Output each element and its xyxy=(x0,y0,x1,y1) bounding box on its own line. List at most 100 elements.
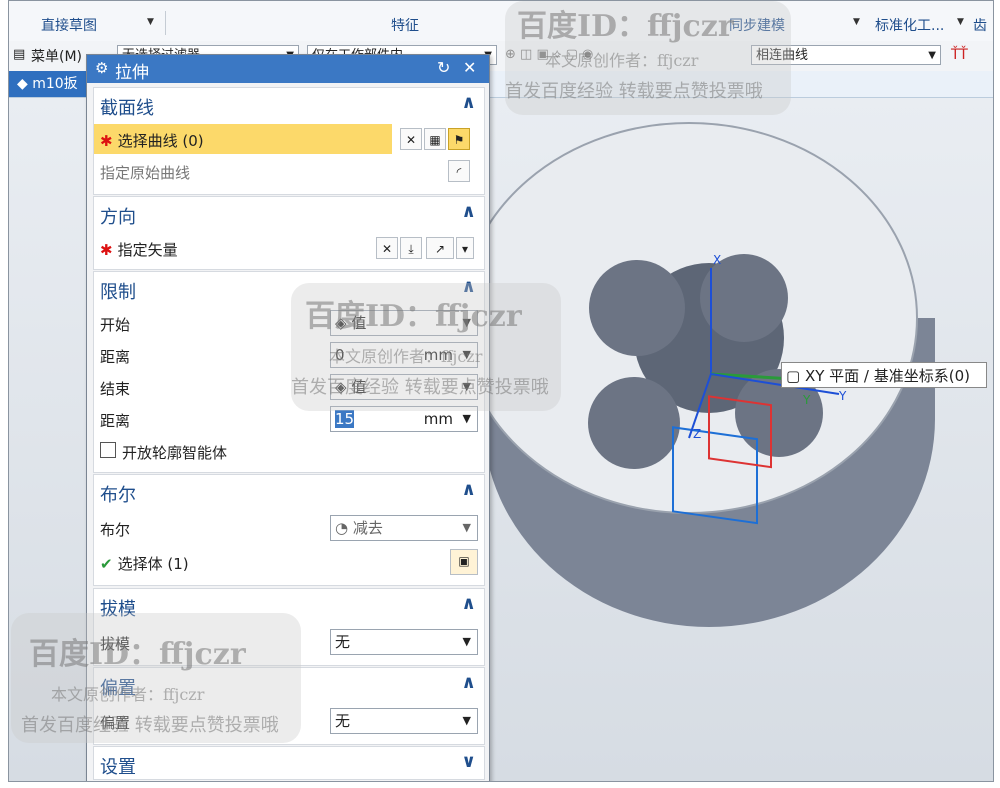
chevron-down-icon: ▼ xyxy=(462,348,471,361)
ribbon-group-feature[interactable]: 特征 xyxy=(391,15,419,35)
chevron-up-icon[interactable]: ∧ xyxy=(461,672,476,693)
end-label: 结束 xyxy=(100,380,131,398)
curve-select-icon[interactable]: ⚑ xyxy=(448,128,470,150)
section-draft: 拔模 ∧ 拔模 无 ▼ xyxy=(93,588,485,666)
section-direction: 方向 ∧ ✱ 指定矢量 ✕ ⤓ ↗ ▾ xyxy=(93,196,485,270)
offset-label: 偏置 xyxy=(100,714,131,732)
open-profile-row[interactable]: 开放轮廓智能体 xyxy=(94,436,484,466)
select-body-row[interactable]: ✔ 选择体 (1) xyxy=(94,547,484,577)
section-header[interactable]: 偏置 ∧ xyxy=(94,668,484,700)
draft-row: 拔模 无 ▼ xyxy=(94,627,484,657)
ribbon-group-sync-model[interactable]: 同步建模 xyxy=(729,15,785,35)
section-title: 设置 xyxy=(100,757,136,778)
section-header[interactable]: 布尔 ∧ xyxy=(94,475,484,507)
select-body-label: ✔ 选择体 (1) xyxy=(100,555,189,573)
required-icon: ✱ xyxy=(100,132,113,150)
distance1-value: 0 xyxy=(335,346,345,364)
section-title: 偏置 xyxy=(100,678,136,699)
axis-y-label: Y xyxy=(802,393,811,407)
draft-select[interactable]: 无 ▼ xyxy=(330,629,478,655)
limit-distance2-row: 距离 15 mm ▼ xyxy=(94,404,484,434)
tab-part[interactable]: ◆ m10扳 xyxy=(9,71,86,97)
section-header[interactable]: 设置 ∨ xyxy=(94,747,484,779)
solid-body-icon[interactable]: ▣ xyxy=(450,549,478,575)
distance1-label: 距离 xyxy=(100,348,131,366)
menu-icon[interactable]: ▤ xyxy=(13,47,25,62)
required-icon: ✱ xyxy=(100,241,113,259)
menu-button[interactable]: 菜单(M) xyxy=(31,46,82,66)
chevron-up-icon[interactable]: ∧ xyxy=(461,479,476,500)
axis-z-label: Z xyxy=(693,427,701,441)
distance1-input[interactable]: 0 mm ▼ xyxy=(330,342,478,368)
ribbon: 直接草图 ▼ 特征 同步建模 ▼ 标准化工... ▼ 齿 xyxy=(9,1,993,42)
ribbon-group-direct-sketch[interactable]: 直接草图 xyxy=(41,15,97,35)
offset-value: 无 xyxy=(335,712,351,730)
ribbon-group-gear[interactable]: 齿 xyxy=(973,15,987,35)
cube-icon: ◈ xyxy=(335,378,352,396)
section-title: 拔模 xyxy=(100,599,136,620)
section-header[interactable]: 方向 ∧ xyxy=(94,197,484,229)
chevron-down-icon: ▼ xyxy=(462,412,471,425)
reverse-direction-icon[interactable]: ⤓ xyxy=(400,237,422,259)
curve-rule-select[interactable]: 相连曲线 ▼ xyxy=(751,45,941,65)
distance2-label: 距离 xyxy=(100,412,131,430)
vector-dialog-icon[interactable]: ↗ xyxy=(426,237,454,259)
chevron-up-icon[interactable]: ∧ xyxy=(461,201,476,222)
select-curve-row[interactable]: ✱ 选择曲线 (0) xyxy=(94,124,392,154)
axis-x-label: X xyxy=(713,253,721,267)
ribbon-group-standardize[interactable]: 标准化工... xyxy=(875,15,944,35)
reset-icon[interactable]: ↻ xyxy=(437,58,450,77)
chevron-down-icon: ▼ xyxy=(928,50,936,61)
start-label: 开始 xyxy=(100,316,131,334)
offset-select[interactable]: 无 ▼ xyxy=(330,708,478,734)
cube-icon: ◈ xyxy=(335,314,352,332)
chevron-down-icon[interactable]: ▼ xyxy=(853,17,860,27)
ribbon-separator xyxy=(165,11,166,35)
curve-tool-icon[interactable]: ŤŤ xyxy=(951,47,968,63)
section-header[interactable]: 截面线 ∧ xyxy=(94,88,484,120)
plane-icon: ▢ xyxy=(786,367,805,385)
chevron-down-icon[interactable]: ▾ xyxy=(456,237,474,259)
section-boolean: 布尔 ∧ 布尔 ◔ 减去 ▼ ✔ 选择体 (1) ▣ xyxy=(93,474,485,586)
gear-icon[interactable]: ⚙ xyxy=(95,59,108,77)
origin-curve-icon[interactable]: ◜ xyxy=(448,160,470,182)
start-select[interactable]: ◈ 值 ▼ xyxy=(330,310,478,336)
section-title: 截面线 xyxy=(100,98,154,119)
snap-icons[interactable]: ⊕ ◫ ▣ ⟡ ▢ ◉ xyxy=(505,47,593,62)
specify-vector-label: ✱ 指定矢量 xyxy=(100,241,178,259)
select-curve-label: ✱ 选择曲线 (0) xyxy=(100,132,204,150)
boolean-value: 减去 xyxy=(352,519,383,537)
boolean-select[interactable]: ◔ 减去 ▼ xyxy=(330,515,478,541)
limit-start-row: 开始 ◈ 值 ▼ xyxy=(94,308,484,338)
subtract-icon: ◔ xyxy=(335,519,353,537)
open-profile-checkbox[interactable] xyxy=(100,442,116,458)
section-header[interactable]: 限制 ∧ xyxy=(94,272,484,304)
chevron-up-icon[interactable]: ∧ xyxy=(461,92,476,113)
sketch-section-icon[interactable]: ▦ xyxy=(424,128,446,150)
app-window: 直接草图 ▼ 特征 同步建模 ▼ 标准化工... ▼ 齿 ▤ 菜单(M) 无选择… xyxy=(8,0,994,782)
close-icon[interactable]: ✕ xyxy=(463,58,476,77)
section-settings: 设置 ∨ xyxy=(93,746,485,780)
lobe-hole xyxy=(588,377,680,469)
chevron-down-icon[interactable]: ▼ xyxy=(957,17,964,27)
chevron-down-icon[interactable]: ∨ xyxy=(461,751,476,772)
specify-origin-row[interactable]: 指定原始曲线 xyxy=(94,156,484,186)
chevron-down-icon[interactable]: ▼ xyxy=(147,17,154,27)
chevron-down-icon: ▼ xyxy=(462,380,471,393)
part-icon: ◆ xyxy=(17,76,33,92)
section-header[interactable]: 拔模 ∧ xyxy=(94,589,484,621)
end-select[interactable]: ◈ 值 ▼ xyxy=(330,374,478,400)
open-profile-label: 开放轮廓智能体 xyxy=(122,444,228,462)
deselect-icon[interactable]: ✕ xyxy=(400,128,422,150)
limit-distance1-row: 距离 0 mm ▼ xyxy=(94,340,484,370)
draft-label: 拔模 xyxy=(100,635,131,653)
lobe-hole xyxy=(589,260,685,356)
boolean-label: 布尔 xyxy=(100,521,131,539)
chevron-up-icon[interactable]: ∧ xyxy=(461,593,476,614)
check-icon: ✔ xyxy=(100,555,113,573)
deselect-icon[interactable]: ✕ xyxy=(376,237,398,259)
chevron-down-icon: ▼ xyxy=(462,521,471,534)
chevron-up-icon[interactable]: ∧ xyxy=(461,276,476,297)
distance2-input[interactable]: 15 mm ▼ xyxy=(330,406,478,432)
extrude-dialog: ⚙ 拉伸 ↻ ✕ 截面线 ∧ ✱选择曲线 (0) ✕ ▦ ⚑ 指定原始曲线 ◜ xyxy=(86,54,490,781)
